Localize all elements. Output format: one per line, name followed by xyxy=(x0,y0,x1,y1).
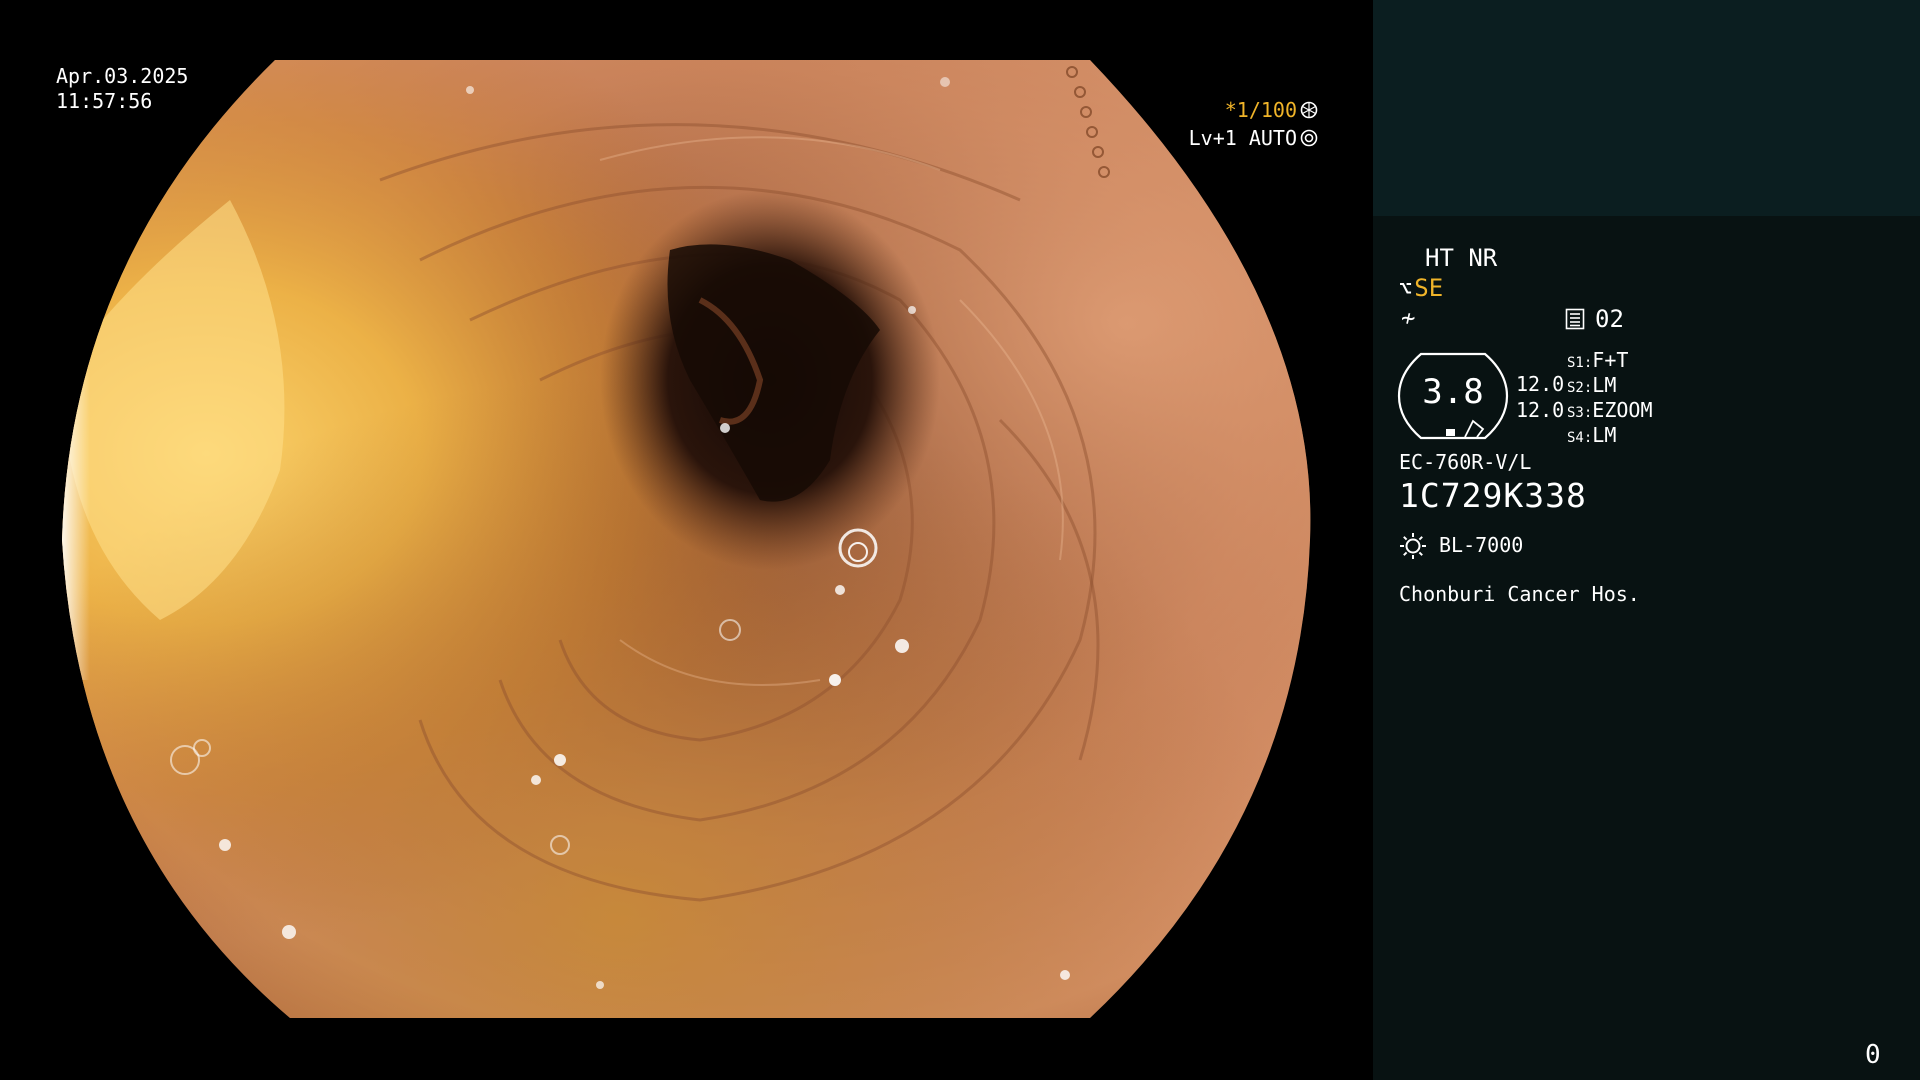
switch-value: F+T xyxy=(1592,348,1629,372)
switch-4-assignment: S4:LM xyxy=(1567,423,1616,447)
scope-model: EC-760R-V/L xyxy=(1399,450,1532,474)
hue-noise-reduction-label: HT NR xyxy=(1425,244,1498,272)
endoscope-viewport: Apr.03.2025 11:57:56 *1/100 Lv+1 AUTO xyxy=(0,0,1372,1080)
exam-time: 11:57:56 xyxy=(56,89,153,113)
switch-value: EZOOM xyxy=(1592,398,1653,422)
scope-diameter-value: 3.8 xyxy=(1422,372,1484,412)
zoom-memory-icon xyxy=(1565,308,1585,330)
shutter-speed-value: *1/100 xyxy=(1224,98,1297,122)
panel-header-area xyxy=(1373,0,1920,216)
channel-2-size: 12.0 xyxy=(1516,398,1565,422)
switch-2-assignment: S2:LM xyxy=(1567,373,1616,397)
switch-key: S4: xyxy=(1567,430,1593,446)
exam-date: Apr.03.2025 xyxy=(56,64,189,88)
structure-enhancement-label: SE xyxy=(1414,274,1444,302)
switch-value: LM xyxy=(1592,373,1617,397)
shutter-icon xyxy=(1300,101,1318,119)
zoom-memory-count: 02 xyxy=(1595,305,1624,333)
switch-1-assignment: S1:F+T xyxy=(1567,348,1628,372)
switch-key: S2: xyxy=(1567,380,1593,396)
structure-enhancement-row: ⌥SE xyxy=(1399,274,1443,302)
switch-value: LM xyxy=(1592,423,1617,447)
channel-1-size: 12.0 xyxy=(1516,372,1565,396)
hospital-name: Chonburi Cancer Hos. xyxy=(1399,582,1640,606)
switch-key: S3: xyxy=(1567,405,1593,421)
light-source-icon xyxy=(1400,533,1426,559)
shutter-speed-readout: *1/100 xyxy=(1225,98,1318,123)
endoscopic-image xyxy=(62,60,1311,1018)
switch-key: S1: xyxy=(1567,355,1593,371)
iris-level-readout: Lv+1 AUTO xyxy=(1189,126,1318,151)
info-panel: HT NR ⌥SE ≁ 02 3.8 12.0 12.0 S1:F+T S2:L… xyxy=(1373,0,1920,1080)
iris-icon xyxy=(1300,129,1318,147)
switch-3-assignment: S3:EZOOM xyxy=(1567,398,1653,422)
endoscopy-monitor: Apr.03.2025 11:57:56 *1/100 Lv+1 AUTO HT… xyxy=(0,0,1920,1080)
enhancement-icon: ⌥ xyxy=(1399,277,1413,302)
frame-counter: 0 xyxy=(1865,1040,1881,1070)
scope-serial-number: 1C729K338 xyxy=(1399,476,1587,515)
light-source-model: BL-7000 xyxy=(1439,533,1524,557)
noise-filter-icon: ≁ xyxy=(1401,304,1416,332)
iris-level-value: Lv+1 AUTO xyxy=(1188,126,1297,150)
